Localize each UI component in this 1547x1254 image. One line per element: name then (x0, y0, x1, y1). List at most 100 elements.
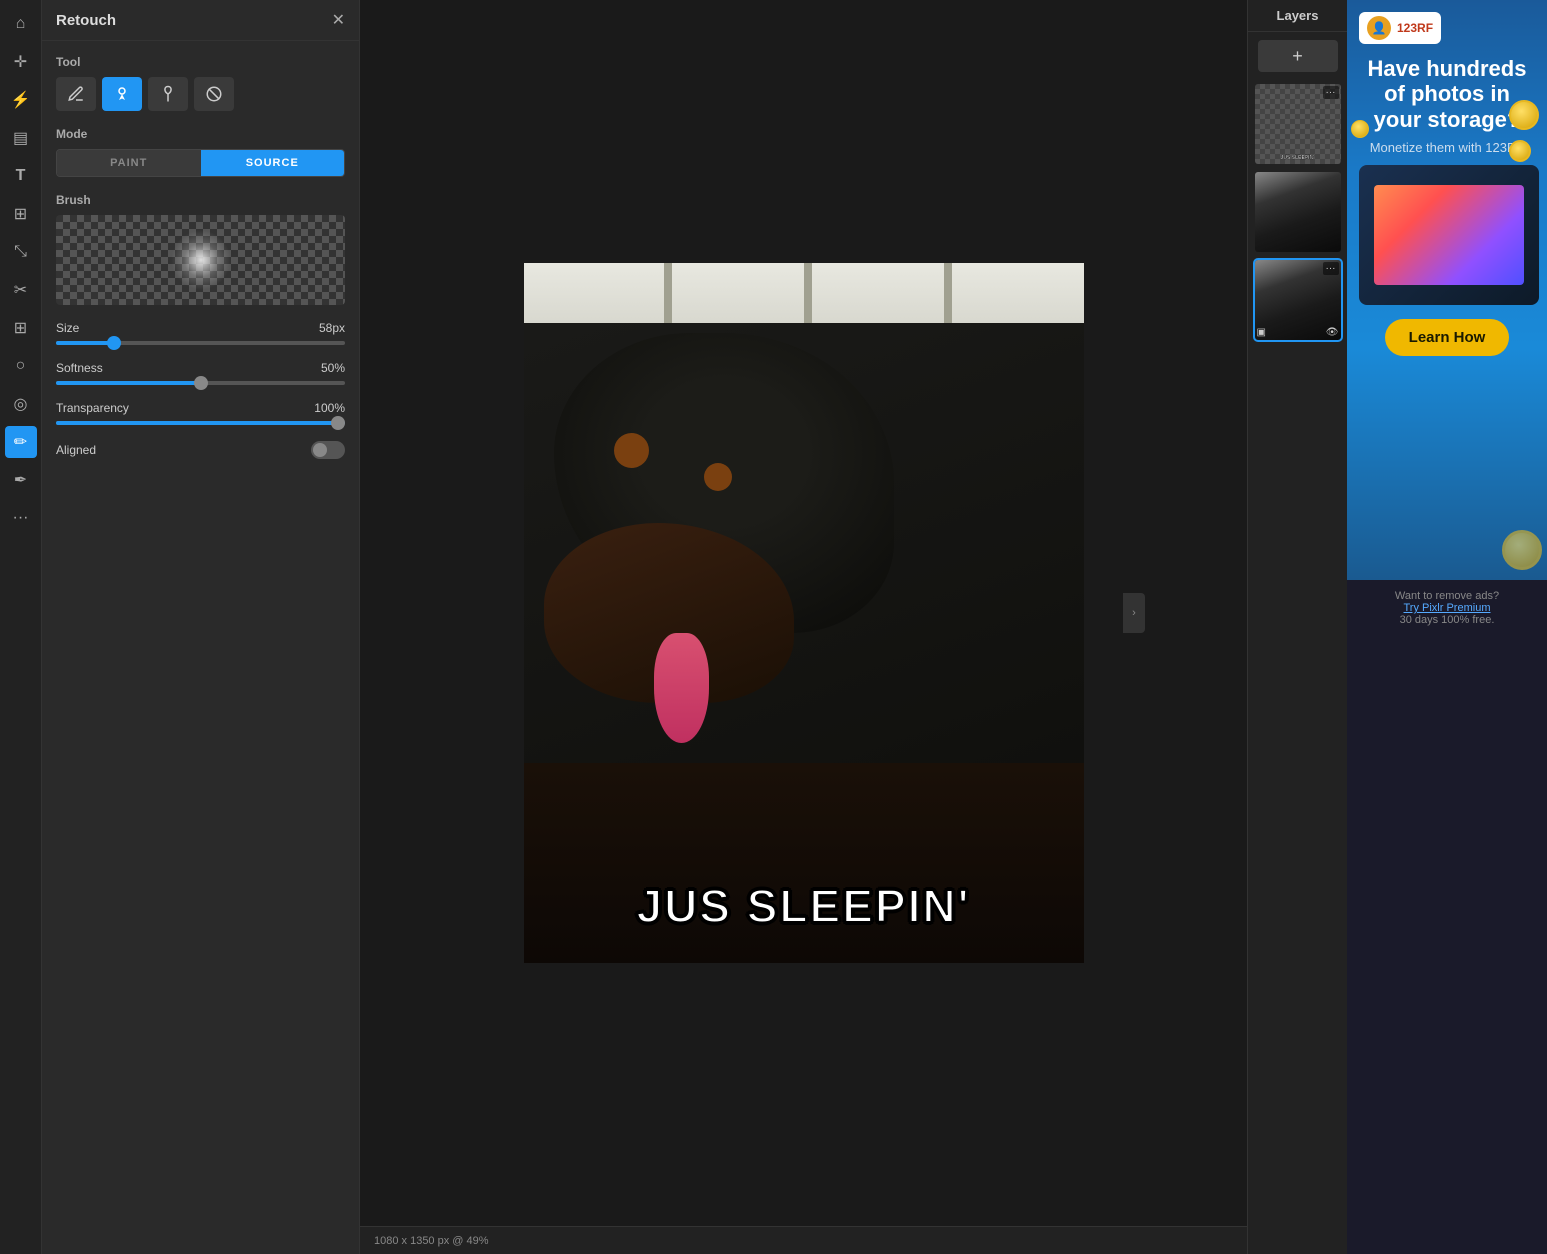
softness-slider-section: Softness 50% (56, 361, 345, 385)
panel-title: Retouch (56, 12, 116, 29)
spiral-icon[interactable]: ◎ (5, 388, 37, 420)
layer-item-1[interactable]: JUS SLEEPIN' ··· (1255, 84, 1341, 164)
transparency-slider-track[interactable] (56, 421, 345, 425)
layer-item-3[interactable]: ··· ▣ 👁 (1255, 260, 1341, 340)
size-value: 58px (319, 321, 345, 335)
ad-coin-1 (1509, 100, 1539, 130)
learn-how-button[interactable]: Learn How (1385, 319, 1510, 356)
softness-slider-header: Softness 50% (56, 361, 345, 375)
trial-text: 30 days 100% free. (1395, 614, 1499, 626)
collapse-layers-arrow[interactable]: › (1123, 593, 1145, 633)
brush-section-label: Brush (56, 193, 345, 207)
transparency-value: 100% (314, 401, 345, 415)
softness-slider-fill (56, 381, 201, 385)
tool-section: Tool (56, 55, 345, 111)
layer-1-text-preview: JUS SLEEPIN' (1281, 155, 1315, 161)
pencil-tool-button[interactable] (56, 77, 96, 111)
softness-value: 50% (321, 361, 345, 375)
layer-3-icons: ▣ 👁 (1257, 327, 1339, 338)
layer-2-thumbnail (1255, 172, 1341, 252)
meme-text: JUS SLEEPIN' (524, 879, 1084, 933)
ad-logo-text: 123RF (1397, 21, 1433, 35)
adjust-icon[interactable]: ⊞ (5, 312, 37, 344)
dog-tongue (654, 633, 709, 743)
ad-logo-area: 👤 123RF (1359, 12, 1441, 44)
layers-title: Layers (1277, 8, 1319, 23)
canvas-dimensions: 1080 x 1350 px @ 49% (374, 1235, 489, 1247)
layer-3-options-button[interactable]: ··· (1323, 262, 1339, 275)
transparency-slider-fill (56, 421, 345, 425)
brush-icon[interactable]: ✏ (5, 426, 37, 458)
ad-banner: 👤 123RF Have hundreds of photos in your … (1347, 0, 1547, 580)
more-tools-icon[interactable]: ··· (5, 502, 37, 534)
aligned-toggle-thumb (313, 443, 327, 457)
aligned-toggle-row: Aligned (56, 441, 345, 459)
layer-mask-icon: ▣ (1257, 327, 1266, 338)
ad-decoration-left (1351, 120, 1369, 138)
size-slider-header: Size 58px (56, 321, 345, 335)
ad-large-coin (1502, 530, 1542, 570)
circle-icon[interactable]: ○ (5, 350, 37, 382)
transparency-slider-section: Transparency 100% (56, 401, 345, 425)
ad-sub-text: Monetize them with 123RF (1370, 140, 1525, 157)
canvas-container[interactable]: › JUS SLEEPIN' (360, 0, 1247, 1226)
table-surface (524, 763, 1084, 963)
eraser-tool-button[interactable] (194, 77, 234, 111)
mode-section: Mode PAINT SOURCE (56, 127, 345, 177)
aligned-label: Aligned (56, 443, 96, 457)
size-slider-section: Size 58px (56, 321, 345, 345)
clone-stamp-tool-button[interactable] (102, 77, 142, 111)
crop-icon[interactable]: ⤡ (5, 236, 37, 268)
close-panel-button[interactable]: ✕ (332, 10, 345, 30)
tool-buttons-group (56, 77, 345, 111)
home-icon[interactable]: ⌂ (5, 8, 37, 40)
ad-coin-2 (1509, 140, 1531, 162)
aligned-toggle[interactable] (311, 441, 345, 459)
ad-laptop-image (1359, 165, 1539, 305)
layers-icon[interactable]: ▤ (5, 122, 37, 154)
brush-preview[interactable] (56, 215, 345, 305)
transparency-slider-thumb[interactable] (331, 416, 345, 430)
paint-mode-button[interactable]: PAINT (57, 150, 201, 176)
grid-icon[interactable]: ⊞ (5, 198, 37, 230)
size-slider-thumb[interactable] (107, 336, 121, 350)
source-mode-button[interactable]: SOURCE (201, 150, 345, 176)
tool-section-label: Tool (56, 55, 345, 69)
text-icon[interactable]: T (5, 160, 37, 192)
healing-tool-button[interactable] (148, 77, 188, 111)
lightning-icon[interactable]: ⚡ (5, 84, 37, 116)
scissors-icon[interactable]: ✂ (5, 274, 37, 306)
size-slider-track[interactable] (56, 341, 345, 345)
ad-decorations (1509, 100, 1539, 162)
softness-label: Softness (56, 361, 103, 375)
layer-1-options-button[interactable]: ··· (1323, 86, 1339, 99)
ad-bottom-section: Want to remove ads? Try Pixlr Premium 30… (1385, 580, 1509, 636)
layer-visibility-icon[interactable]: 👁 (1326, 327, 1339, 338)
ad-logo-icon: 👤 (1367, 16, 1391, 40)
tan-mark-1 (614, 433, 649, 468)
panel-header: Retouch ✕ (42, 0, 359, 41)
softness-slider-thumb[interactable] (194, 376, 208, 390)
brush-glow (171, 230, 231, 290)
size-slider-fill (56, 341, 114, 345)
move-icon[interactable]: ✛ (5, 46, 37, 78)
softness-slider-track[interactable] (56, 381, 345, 385)
left-toolbar: ⌂ ✛ ⚡ ▤ T ⊞ ⤡ ✂ ⊞ ○ ◎ ✏ ✒ ··· (0, 0, 42, 1254)
transparency-slider-header: Transparency 100% (56, 401, 345, 415)
canvas-image[interactable]: JUS SLEEPIN' (524, 263, 1084, 963)
pen-icon[interactable]: ✒ (5, 464, 37, 496)
ad-laptop-screen (1374, 185, 1524, 285)
layer-item-2[interactable] (1255, 172, 1341, 252)
layers-panel-header: Layers (1248, 0, 1347, 32)
ad-bottom-coin (1502, 530, 1542, 570)
ad-coin-small (1351, 120, 1369, 138)
tan-mark-2 (704, 463, 732, 491)
size-label: Size (56, 321, 79, 335)
add-layer-button[interactable]: + (1258, 40, 1338, 72)
ad-panel: 👤 123RF Have hundreds of photos in your … (1347, 0, 1547, 1254)
panel-content: Tool (42, 41, 359, 473)
retouch-panel: Retouch ✕ Tool (42, 0, 360, 1254)
mode-buttons-group: PAINT SOURCE (56, 149, 345, 177)
premium-link[interactable]: Try Pixlr Premium (1404, 602, 1491, 614)
brush-section: Brush (56, 193, 345, 305)
